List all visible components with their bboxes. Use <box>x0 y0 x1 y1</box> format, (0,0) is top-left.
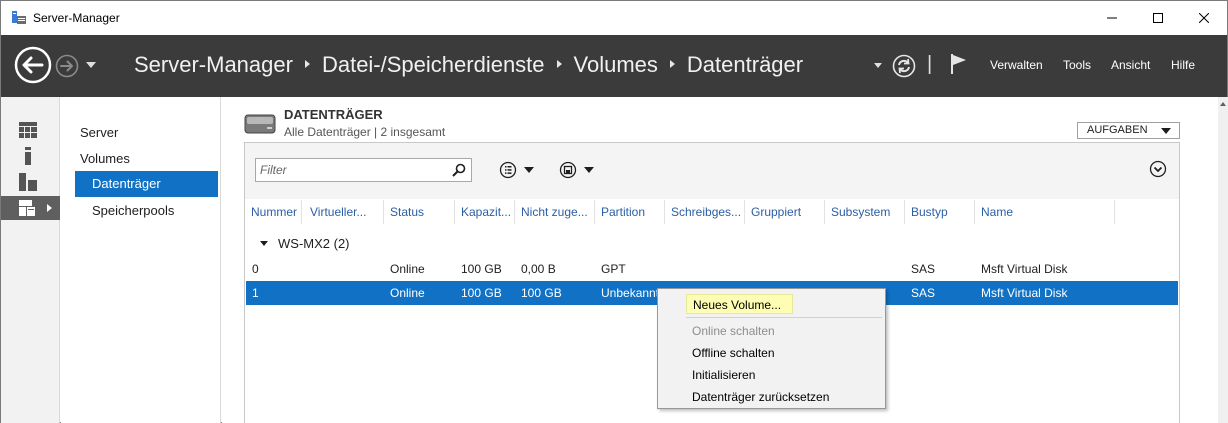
subnav-item-storage-pools[interactable]: Speicherpools <box>92 203 174 218</box>
forward-arrow-icon[interactable] <box>55 54 79 78</box>
header-bar: Server-Manager Datei-/Speicherdienste Vo… <box>1 35 1227 97</box>
all-servers-icon <box>19 173 37 191</box>
breadcrumb-separator-icon <box>304 60 310 68</box>
cell-name: Msft Virtual Disk <box>981 286 1068 300</box>
column-header-nicht-zugeordnet[interactable]: Nicht zuge... <box>515 200 595 224</box>
group-label: WS-MX2 (2) <box>278 236 350 251</box>
menu-item-reset-disk[interactable]: Datenträger zurücksetzen <box>692 390 829 404</box>
expand-arrow-icon <box>47 204 52 212</box>
menu-hilfe[interactable]: Hilfe <box>1171 58 1195 72</box>
server-manager-icon <box>12 11 26 24</box>
close-button[interactable] <box>1181 1 1227 35</box>
column-header-bustyp[interactable]: Bustyp <box>905 200 975 224</box>
navigation-rail <box>1 97 60 423</box>
cell-nicht-zugeordnet: 100 GB <box>521 286 562 300</box>
column-header-name[interactable]: Name <box>975 200 1115 224</box>
menu-verwalten[interactable]: Verwalten <box>990 58 1043 72</box>
storage-subnav: Server Volumes Datenträger Speicherpools <box>61 97 221 423</box>
tasks-caret-icon <box>1161 128 1171 134</box>
menu-separator <box>686 317 882 318</box>
column-header-subsystem[interactable]: Subsystem <box>825 200 905 224</box>
save-query-button[interactable] <box>559 158 599 182</box>
cell-nicht-zugeordnet: 0,00 B <box>521 262 556 276</box>
header-divider: | <box>927 53 933 75</box>
filter-input[interactable] <box>260 160 440 180</box>
menu-item-initialize[interactable]: Initialisieren <box>692 368 755 382</box>
cell-partition: GPT <box>601 262 626 276</box>
cell-bustyp: SAS <box>911 286 936 300</box>
subnav-item-disks[interactable]: Datenträger <box>75 171 218 197</box>
menu-item-online: Online schalten <box>692 324 775 338</box>
cell-bustyp: SAS <box>911 262 936 276</box>
table-header: Nummer Virtueller... Status Kapazit... N… <box>245 200 1179 224</box>
panel-toolbar <box>245 143 1179 199</box>
breadcrumb-separator-icon <box>556 60 562 68</box>
cell-status: Online <box>390 286 425 300</box>
list-view-icon <box>499 161 534 179</box>
disk-drive-icon <box>244 114 276 134</box>
breadcrumb-server-manager[interactable]: Server-Manager <box>134 52 293 78</box>
breadcrumb-file-storage[interactable]: Datei-/Speicherdienste <box>322 52 545 78</box>
table-row[interactable]: 0 Online 100 GB 0,00 B GPT SAS Msft Virt… <box>246 257 1178 281</box>
cell-nummer: 0 <box>252 262 259 276</box>
column-header-nummer[interactable]: Nummer <box>245 200 302 224</box>
window-title: Server-Manager <box>33 11 120 25</box>
column-header-virtuell[interactable]: Virtueller... <box>304 200 384 224</box>
column-header-schreibgeschuetzt[interactable]: Schreibges... <box>665 200 745 224</box>
section-subtitle: Alle Datenträger | 2 insgesamt <box>284 125 446 139</box>
column-header-gruppiert[interactable]: Gruppiert <box>745 200 825 224</box>
file-storage-icon <box>19 200 35 216</box>
breadcrumb-separator-icon <box>669 60 675 68</box>
scroll-up-icon[interactable] <box>1220 102 1226 106</box>
refresh-icon[interactable] <box>892 54 916 78</box>
save-icon <box>559 161 594 179</box>
breadcrumb-volumes[interactable]: Volumes <box>574 52 658 78</box>
column-header-status[interactable]: Status <box>384 200 455 224</box>
menu-tools[interactable]: Tools <box>1063 58 1091 72</box>
local-server-icon <box>25 147 31 165</box>
tasks-dropdown-button[interactable]: AUFGABEN <box>1077 122 1180 139</box>
dashboard-icon <box>19 122 37 138</box>
rail-dashboard[interactable] <box>1 118 60 142</box>
minimize-button[interactable] <box>1089 1 1135 35</box>
menu-item-new-volume[interactable]: Neues Volume... <box>686 294 793 314</box>
rail-file-storage-services[interactable] <box>1 196 60 220</box>
cell-kapazitaet: 100 GB <box>461 286 502 300</box>
menu-item-offline[interactable]: Offline schalten <box>692 346 775 360</box>
filter-box[interactable] <box>255 158 472 182</box>
rail-all-servers[interactable] <box>1 170 60 194</box>
history-dropdown-icon[interactable] <box>85 60 97 70</box>
cell-kapazitaet: 100 GB <box>461 262 502 276</box>
list-view-button[interactable] <box>499 158 539 182</box>
vertical-scrollbar[interactable] <box>1218 97 1228 423</box>
cell-partition: Unbekannt <box>601 286 660 300</box>
collapse-triangle-icon[interactable] <box>260 241 268 246</box>
rail-local-server[interactable] <box>1 144 60 168</box>
section-title: DATENTRÄGER <box>284 107 383 122</box>
breadcrumb-dropdown-icon[interactable] <box>873 62 883 70</box>
back-arrow-icon[interactable] <box>14 46 52 84</box>
subnav-item-volumes[interactable]: Volumes <box>80 151 130 166</box>
maximize-button[interactable] <box>1135 1 1181 35</box>
cell-nummer: 1 <box>252 286 259 300</box>
column-header-kapazitaet[interactable]: Kapazit... <box>455 200 515 224</box>
notification-flag-icon[interactable] <box>949 52 969 76</box>
context-menu: Neues Volume... Online schalten Offline … <box>657 288 886 409</box>
search-icon[interactable] <box>452 163 466 177</box>
chevron-down-circle-icon[interactable] <box>1149 160 1167 178</box>
minimize-icon <box>1107 17 1117 19</box>
tasks-label: AUFGABEN <box>1087 124 1148 136</box>
close-icon <box>1199 13 1209 23</box>
column-header-partition[interactable]: Partition <box>595 200 665 224</box>
breadcrumb-disks: Datenträger <box>686 52 804 77</box>
title-bar: Server-Manager <box>1 1 1227 35</box>
maximize-icon <box>1153 13 1163 23</box>
menu-ansicht[interactable]: Ansicht <box>1111 58 1150 72</box>
breadcrumb: Server-Manager Datei-/Speicherdienste Vo… <box>134 52 803 78</box>
server-manager-window: Server-Manager Server-Manager Datei-/Spe… <box>0 0 1228 423</box>
cell-name: Msft Virtual Disk <box>981 262 1068 276</box>
subnav-item-server[interactable]: Server <box>80 125 118 140</box>
cell-status: Online <box>390 262 425 276</box>
